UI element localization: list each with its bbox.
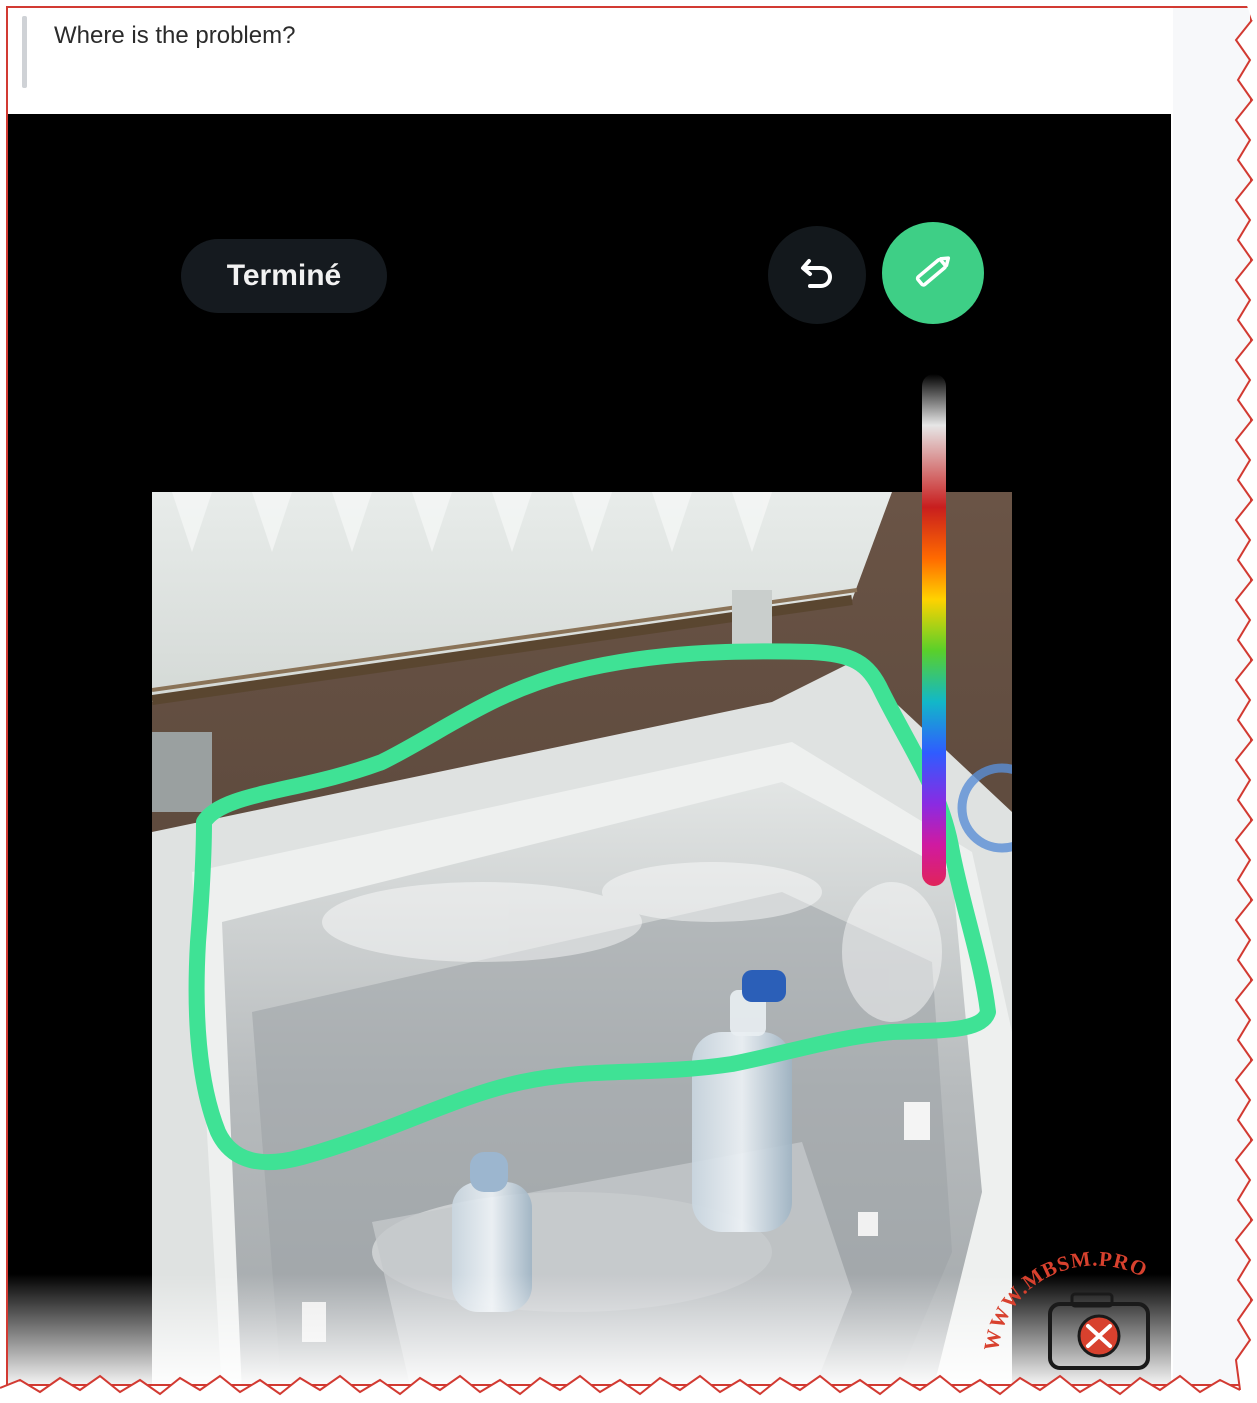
watermark-text: WWW.MBSM.PRO	[979, 1246, 1151, 1353]
done-button[interactable]: Terminé	[181, 239, 387, 313]
pencil-icon	[907, 245, 959, 302]
undo-icon	[795, 251, 839, 300]
freezer-photo	[152, 492, 1012, 1384]
undo-button[interactable]	[768, 226, 866, 324]
watermark: WWW.MBSM.PRO	[978, 1246, 1208, 1378]
svg-text:WWW.MBSM.PRO: WWW.MBSM.PRO	[979, 1248, 1152, 1353]
question-block: Where is the problem?	[8, 8, 1171, 114]
screenshot-frame: Where is the problem? Terminé WWW.MBSM.P…	[6, 6, 1252, 1386]
image-markup-editor: Terminé	[8, 114, 1171, 1384]
draw-button[interactable]	[882, 222, 984, 324]
question-text: Where is the problem?	[54, 22, 296, 49]
color-picker-slider[interactable]	[922, 374, 946, 886]
quote-marker	[22, 16, 27, 88]
right-panel	[1173, 8, 1250, 1384]
